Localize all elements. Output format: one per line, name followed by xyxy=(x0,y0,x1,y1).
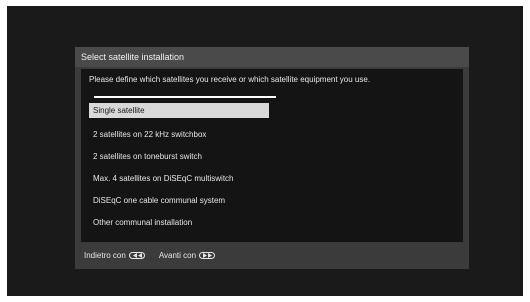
option-other-communal[interactable]: Other communal installation xyxy=(89,215,269,230)
fast-forward-key-icon xyxy=(199,252,216,259)
option-22khz-switchbox[interactable]: 2 satellites on 22 kHz switchbox xyxy=(89,127,269,142)
option-diseqc-multiswitch[interactable]: Max. 4 satellites on DiSEqC multiswitch xyxy=(89,171,269,186)
next-label: Avanti con xyxy=(158,251,197,260)
back-label: Indietro con xyxy=(84,251,126,260)
option-single-satellite[interactable]: Single satellite xyxy=(89,103,269,118)
tv-screen: Select satellite installation Please def… xyxy=(7,6,523,296)
dialog-title: Select satellite installation xyxy=(75,47,469,67)
rewind-key-icon xyxy=(128,252,145,259)
list-scroll-indicator xyxy=(94,96,276,98)
back-hint[interactable]: Indietro con xyxy=(84,251,145,260)
option-diseqc-one-cable[interactable]: DiSEqC one cable communal system xyxy=(89,193,269,208)
dialog-prompt: Please define which satellites you recei… xyxy=(89,75,371,84)
option-toneburst-switch[interactable]: 2 satellites on toneburst switch xyxy=(89,149,269,164)
next-hint[interactable]: Avanti con xyxy=(158,251,216,260)
dialog-footer: Indietro con Avanti con xyxy=(84,251,229,260)
satellite-installation-dialog: Select satellite installation Please def… xyxy=(75,47,469,269)
